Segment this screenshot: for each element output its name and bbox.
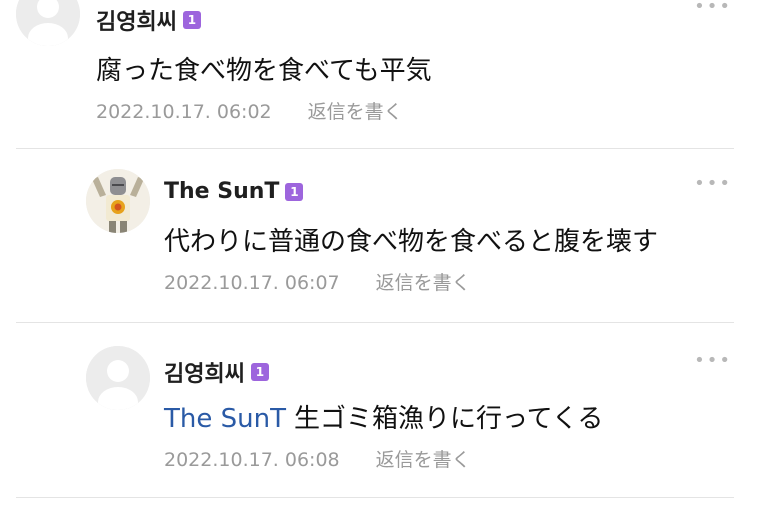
reply-button[interactable]: 返信を書く xyxy=(376,449,471,471)
comment-timestamp: 2022.10.17. 06:08 xyxy=(164,449,340,471)
level-badge: 1 xyxy=(285,182,304,201)
comment-text: 代わりに普通の食べ物を食べると腹を壊す xyxy=(164,227,659,257)
comment-timestamp: 2022.10.17. 06:02 xyxy=(96,101,272,123)
comment-timestamp: 2022.10.17. 06:07 xyxy=(164,272,340,294)
comment-meta: 2022.10.17. 06:07 返信を書く xyxy=(164,268,471,295)
mention-link[interactable]: The SunT xyxy=(164,404,286,434)
reply-button[interactable]: 返信を書く xyxy=(376,272,471,294)
author-name[interactable]: 김영희씨 xyxy=(164,356,245,388)
comment-meta: 2022.10.17. 06:02 返信を書く xyxy=(96,97,403,124)
sun-knight-avatar[interactable] xyxy=(86,169,150,233)
divider xyxy=(16,322,734,323)
author-name[interactable]: The SunT xyxy=(164,179,279,204)
comment-text: 腐った食べ物を食べても平気 xyxy=(96,56,432,86)
divider xyxy=(16,148,734,149)
more-dots-icon[interactable]: ••• xyxy=(694,350,732,371)
default-avatar-icon[interactable] xyxy=(16,0,80,46)
author-name[interactable]: 김영희씨 xyxy=(96,4,177,36)
reply-button[interactable]: 返信を書く xyxy=(308,101,403,123)
default-avatar-icon[interactable] xyxy=(86,346,150,410)
comment-text-content: 生ゴミ箱漁りに行ってくる xyxy=(293,404,604,434)
divider xyxy=(16,497,734,498)
comment-meta: 2022.10.17. 06:08 返信を書く xyxy=(164,445,471,472)
level-badge: 1 xyxy=(182,11,201,29)
comment-author[interactable]: 김영희씨 1 xyxy=(96,4,201,36)
comment-text: The SunT 生ゴミ箱漁りに行ってくる xyxy=(164,398,603,435)
more-dots-icon[interactable]: ••• xyxy=(694,0,732,17)
more-dots-icon[interactable]: ••• xyxy=(694,173,732,194)
comment-author[interactable]: The SunT 1 xyxy=(164,179,304,204)
level-badge: 1 xyxy=(250,363,269,381)
comment-thread: 김영희씨 1 腐った食べ物を食べても平気 2022.10.17. 06:02 返… xyxy=(0,0,768,515)
comment-author[interactable]: 김영희씨 1 xyxy=(164,356,269,388)
